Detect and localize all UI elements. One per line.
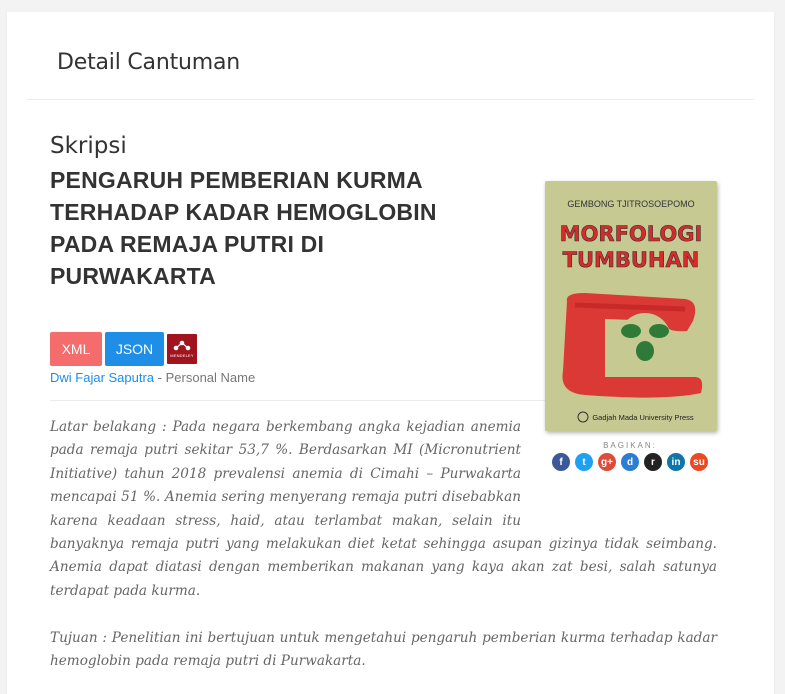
author-divider: [50, 400, 547, 401]
mendeley-icon: [173, 340, 191, 351]
json-button[interactable]: JSON: [105, 332, 164, 366]
page-title: Detail Cantuman: [57, 50, 241, 75]
facebook-icon[interactable]: f: [552, 453, 570, 471]
export-buttons: XML JSON MENDELEY: [50, 332, 197, 366]
cover-author: GEMBONG TJITROSOEPOMO: [567, 199, 694, 209]
record-type: Skripsi: [50, 133, 127, 159]
author-role: - Personal Name: [157, 370, 256, 385]
abstract-paragraph-objective: Tujuan : Penelitian ini bertujuan untuk …: [50, 629, 717, 670]
book-cover-image: GEMBONG TJITROSOEPOMO MORFOLOGI TUMBUHAN…: [545, 181, 717, 431]
xml-button[interactable]: XML: [50, 332, 102, 366]
share-label: BAGIKAN:: [603, 441, 657, 450]
linkedin-icon[interactable]: in: [667, 453, 685, 471]
google-plus-icon[interactable]: g+: [598, 453, 616, 471]
twitter-icon[interactable]: t: [575, 453, 593, 471]
share-icons: f t g+ d r in su: [540, 453, 720, 471]
record-title: PENGARUH PEMBERIAN KURMA TERHADAP KADAR …: [50, 167, 437, 289]
abstract-float-spacer: [521, 416, 717, 533]
stumbleupon-icon[interactable]: su: [690, 453, 708, 471]
mendeley-label: MENDELEY: [170, 353, 194, 358]
digg-icon[interactable]: d: [621, 453, 639, 471]
reddit-icon[interactable]: r: [644, 453, 662, 471]
mendeley-button[interactable]: MENDELEY: [167, 334, 197, 364]
cover-publisher: Gadjah Mada University Press: [592, 413, 694, 422]
author-line: Dwi Fajar Saputra - Personal Name: [50, 370, 255, 385]
cover-title-line1: MORFOLOGI: [560, 222, 703, 246]
share-panel: BAGIKAN: f t g+ d r in su: [540, 441, 720, 471]
cover-title-line2: TUMBUHAN: [563, 248, 700, 272]
author-link[interactable]: Dwi Fajar Saputra: [50, 370, 154, 385]
title-divider: [27, 99, 754, 100]
